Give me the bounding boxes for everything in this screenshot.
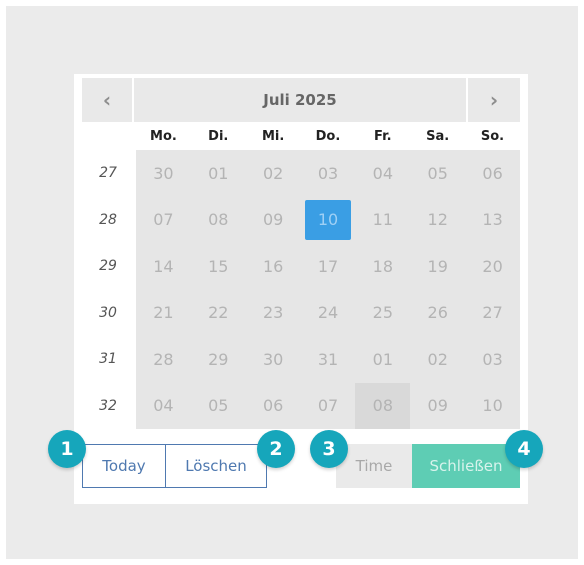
day-cell[interactable]: 12	[410, 197, 465, 244]
day-cell[interactable]: 10	[465, 383, 520, 430]
weekday-header: Mo. Di. Mi. Do. Fr. Sa. So.	[136, 126, 520, 148]
day-cell-selected[interactable]: 10	[304, 199, 352, 240]
day-cell[interactable]: 15	[191, 243, 246, 290]
week-number: 27	[99, 165, 117, 181]
day-cell[interactable]: 28	[136, 336, 191, 383]
day-cell[interactable]: 02	[246, 150, 301, 197]
day-cell[interactable]: 16	[246, 243, 301, 290]
day-cell[interactable]: 08	[191, 197, 246, 244]
day-cell[interactable]: 31	[301, 336, 356, 383]
close-button[interactable]: Schließen	[412, 444, 520, 488]
date-picker: ‹ Juli 2025 › Mo. Di. Mi. Do. Fr. Sa. So…	[74, 74, 528, 504]
chevron-right-icon: ›	[489, 88, 499, 112]
day-cell[interactable]: 09	[410, 383, 465, 430]
day-cell[interactable]: 06	[246, 383, 301, 430]
next-month-button[interactable]: ›	[468, 78, 520, 122]
day-cell[interactable]: 02	[410, 336, 465, 383]
callout-badge-4: 4	[505, 430, 543, 468]
day-cell[interactable]: 23	[246, 290, 301, 337]
weekday-label: So.	[480, 129, 505, 144]
week-number: 29	[99, 258, 117, 274]
day-cell[interactable]: 17	[301, 243, 356, 290]
week-number: 32	[99, 397, 117, 414]
chevron-left-icon: ‹	[102, 88, 112, 112]
weekday-label: Sa.	[426, 129, 450, 144]
week-number: 28	[99, 211, 117, 228]
day-cell[interactable]: 11	[355, 197, 410, 244]
day-cell[interactable]: 30	[136, 150, 191, 197]
day-cell-hovered[interactable]: 08	[355, 382, 411, 429]
callout-badge-3: 3	[310, 430, 348, 468]
day-cell[interactable]: 25	[355, 290, 410, 337]
month-title-label: Juli 2025	[263, 91, 337, 109]
day-cell[interactable]: 04	[355, 150, 410, 197]
prev-month-button[interactable]: ‹	[82, 78, 132, 122]
weekday-label: Fr.	[374, 129, 392, 144]
weekday-label: Di.	[208, 129, 229, 144]
day-cell[interactable]: 14	[136, 243, 191, 290]
day-cell[interactable]: 07	[301, 383, 356, 430]
day-cell[interactable]: 06	[465, 150, 520, 197]
day-cell[interactable]: 24	[301, 290, 356, 337]
today-button[interactable]: Today	[82, 444, 166, 488]
clear-button[interactable]: Löschen	[165, 444, 267, 488]
day-cell[interactable]: 29	[191, 336, 246, 383]
day-cell[interactable]: 05	[191, 383, 246, 430]
day-cell[interactable]: 13	[465, 197, 520, 244]
week-number: 31	[99, 351, 117, 367]
day-cell[interactable]: 30	[246, 336, 301, 383]
day-cell[interactable]: 07	[136, 197, 191, 244]
day-cell[interactable]: 26	[410, 290, 465, 337]
week-number: 30	[99, 304, 117, 321]
day-cell[interactable]: 03	[301, 150, 356, 197]
callout-badge-1: 1	[48, 430, 86, 468]
day-cell[interactable]: 04	[136, 383, 191, 430]
weekday-label: Mo.	[150, 129, 177, 144]
day-cell[interactable]: 22	[191, 290, 246, 337]
day-cell[interactable]: 09	[246, 197, 301, 244]
day-cell[interactable]: 01	[355, 336, 410, 383]
day-cell[interactable]: 20	[465, 243, 520, 290]
day-cell[interactable]: 19	[410, 243, 465, 290]
day-cell[interactable]: 03	[465, 336, 520, 383]
day-cell[interactable]: 01	[191, 150, 246, 197]
day-cell[interactable]: 18	[355, 243, 410, 290]
day-cell[interactable]: 05	[410, 150, 465, 197]
week-number-column: 27 28 29 30 31 32	[82, 150, 134, 429]
day-cell[interactable]: 21	[136, 290, 191, 337]
callout-badge-2: 2	[257, 430, 295, 468]
days-grid: 30 01 02 03 04 05 06 07 08 09 10 11 12 1…	[136, 150, 520, 429]
day-cell[interactable]: 27	[465, 290, 520, 337]
weekday-label: Do.	[315, 129, 341, 144]
weekday-label: Mi.	[261, 129, 285, 144]
month-title[interactable]: Juli 2025	[134, 78, 466, 122]
